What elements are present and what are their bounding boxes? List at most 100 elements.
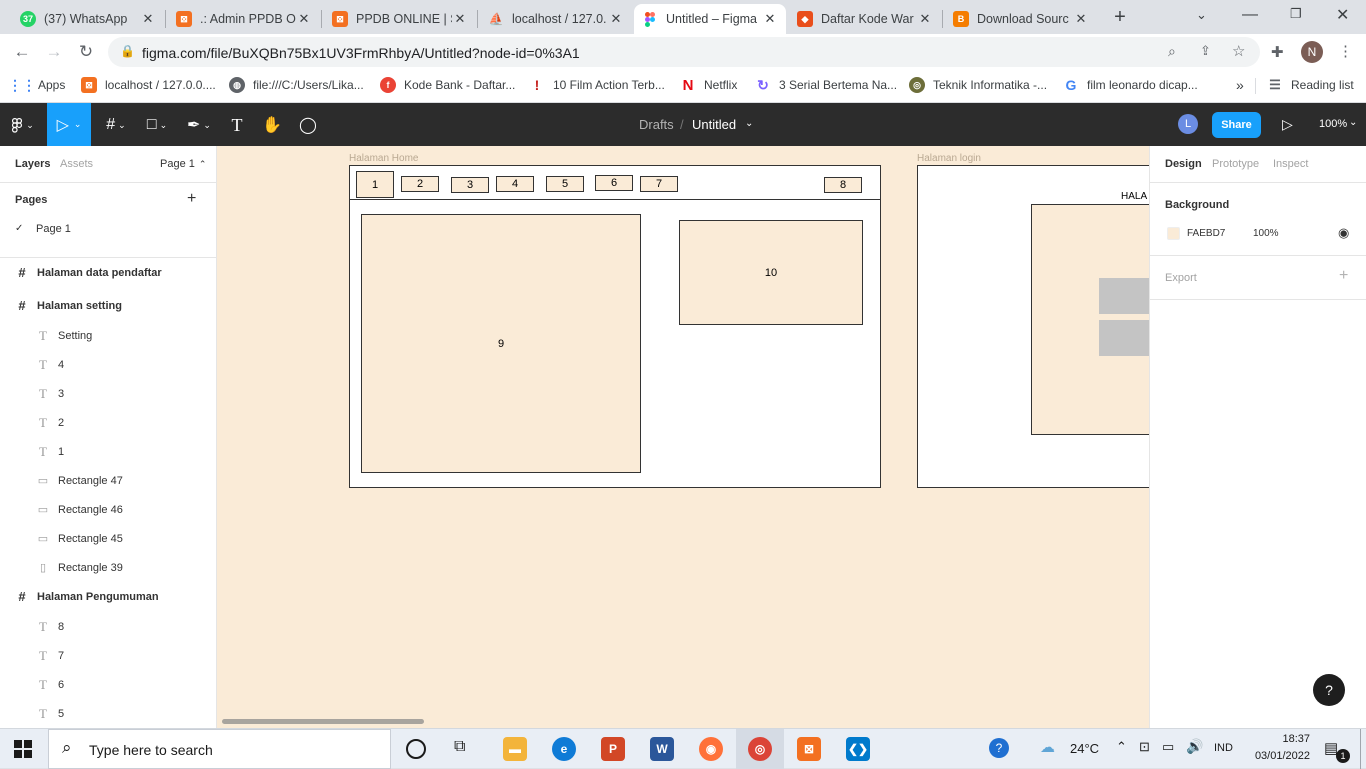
zoom-level[interactable]: 100% — [1319, 118, 1347, 130]
bookmark-teknik-informatika[interactable]: ◎ Teknik Informatika -... — [909, 77, 1047, 93]
wireframe-box-7[interactable]: 7 — [640, 176, 678, 192]
restore-icon[interactable]: ❐ — [1290, 6, 1302, 22]
wireframe-box-3[interactable]: 3 — [451, 177, 489, 193]
extensions-icon[interactable]: ✚ — [1271, 43, 1284, 61]
volume-icon[interactable]: 🔊 — [1186, 738, 1203, 755]
frame-label-home[interactable]: Halaman Home — [349, 153, 418, 164]
layer-item[interactable]: T7 — [0, 641, 216, 670]
windows-start-icon[interactable] — [14, 740, 32, 761]
weather-temp[interactable]: 24°C — [1070, 741, 1099, 756]
layer-item[interactable]: T Setting — [0, 321, 216, 350]
edge-icon[interactable]: e — [552, 737, 576, 761]
help-button[interactable]: ? — [1313, 674, 1345, 706]
bookmark-localhost[interactable]: ⊠ localhost / 127.0.0.... — [81, 77, 216, 93]
zoom-search-icon[interactable]: ⌕ — [1168, 43, 1176, 60]
wireframe-box-6[interactable]: 6 — [595, 175, 633, 191]
close-tab-icon[interactable]: ✕ — [917, 11, 933, 27]
tab-admin-ppdb[interactable]: ⊠ .: Admin PPDB Or ✕ — [168, 4, 320, 34]
tab-inspect[interactable]: Inspect — [1273, 158, 1308, 170]
xampp-icon[interactable]: ⊠ — [797, 737, 821, 761]
background-swatch[interactable] — [1167, 227, 1180, 240]
cortana-icon[interactable] — [406, 739, 426, 759]
layer-item[interactable]: # Halaman data pendaftar — [0, 258, 216, 287]
background-hex[interactable]: FAEBD7 — [1187, 228, 1225, 239]
clock-time[interactable]: 18:37 — [1264, 733, 1310, 745]
close-tab-icon[interactable]: ✕ — [452, 11, 468, 27]
vscode-icon[interactable]: ❮❯ — [846, 737, 870, 761]
bookmark-netflix[interactable]: N Netflix — [680, 77, 738, 94]
layer-item[interactable]: T2 — [0, 408, 216, 437]
tab-ppdb-online[interactable]: ⊠ PPDB ONLINE | S ✕ — [324, 4, 476, 34]
layer-item[interactable]: T5 — [0, 699, 216, 728]
text-tool-icon[interactable]: T — [225, 113, 249, 137]
add-export-icon[interactable]: + — [1339, 267, 1348, 285]
chrome-taskbar-active[interactable]: ◎ — [736, 729, 784, 769]
frame-halaman-home[interactable]: 1 2 3 4 5 6 7 8 9 10 — [349, 165, 881, 488]
tab-prototype[interactable]: Prototype — [1212, 158, 1259, 170]
bookmark-serial[interactable]: ↻ 3 Serial Bertema Na... — [755, 77, 897, 93]
layer-item[interactable]: ▭ Rectangle 45 — [0, 524, 216, 553]
figma-canvas[interactable]: Halaman Home 1 2 3 4 5 6 7 8 9 10 Halama… — [217, 146, 1149, 728]
background-opacity[interactable]: 100% — [1253, 228, 1279, 239]
wireframe-box-9[interactable]: 9 — [361, 214, 641, 473]
close-tab-icon[interactable]: ✕ — [296, 11, 312, 27]
file-name[interactable]: Untitled — [692, 117, 736, 132]
wireframe-box-10[interactable]: 10 — [679, 220, 863, 325]
share-page-icon[interactable]: ⇪ — [1200, 43, 1211, 59]
file-explorer-icon[interactable]: ▬ — [503, 737, 527, 761]
bookmark-star-icon[interactable]: ☆ — [1232, 42, 1245, 60]
close-tab-icon[interactable]: ✕ — [608, 11, 624, 27]
battery-icon[interactable]: ▭ — [1162, 739, 1174, 755]
tab-kode-warna[interactable]: ◆ Daftar Kode War ✕ — [789, 4, 941, 34]
frame-halaman-login[interactable]: HALA — [917, 165, 1149, 488]
show-hidden-icons-icon[interactable]: ⌃ — [1116, 739, 1127, 755]
minimize-icon[interactable]: — — [1242, 6, 1258, 24]
file-menu-chevron-icon[interactable]: ⌄ — [745, 118, 753, 129]
input-language[interactable]: IND — [1214, 742, 1233, 754]
network-icon[interactable]: ⊡ — [1139, 739, 1150, 755]
share-button[interactable]: Share — [1212, 112, 1261, 138]
word-icon[interactable]: W — [650, 737, 674, 761]
add-page-icon[interactable]: + — [187, 190, 196, 208]
help-tips-icon[interactable]: ? — [989, 738, 1009, 758]
close-tab-icon[interactable]: ✕ — [1073, 11, 1089, 27]
tab-assets[interactable]: Assets — [60, 158, 93, 170]
page-selector[interactable]: Page 1 ⌃ — [160, 158, 206, 170]
breadcrumb-drafts[interactable]: Drafts — [639, 117, 674, 132]
zoom-chevron-icon[interactable]: ⌄ — [1349, 117, 1357, 128]
shape-tool-icon[interactable]: □ ⌄ — [140, 113, 174, 137]
address-bar[interactable]: 🔒 figma.com/file/BuXQBn75Bx1UV3FrmRhbyA/… — [108, 37, 1260, 67]
hand-tool-icon[interactable]: ✋ — [260, 113, 284, 137]
move-tool-button[interactable]: ▷ ⌄ — [47, 103, 91, 146]
horizontal-scrollbar[interactable] — [222, 719, 424, 724]
comment-tool-icon[interactable]: ◯ — [296, 113, 320, 137]
tab-design[interactable]: Design — [1165, 158, 1202, 170]
eye-icon[interactable]: ◉ — [1338, 225, 1349, 241]
taskbar-search-box[interactable]: ⌕ Type here to search — [48, 729, 391, 769]
bookmark-file[interactable]: ◍ file:///C:/Users/Lika... — [229, 77, 364, 93]
weather-icon[interactable]: ☁ — [1040, 738, 1055, 756]
user-avatar[interactable]: L — [1178, 114, 1198, 134]
wireframe-box-5[interactable]: 5 — [546, 176, 584, 192]
present-play-icon[interactable]: ▷ — [1282, 116, 1293, 133]
task-view-icon[interactable]: ⧉ — [454, 738, 465, 756]
layer-item[interactable]: ▭ Rectangle 47 — [0, 466, 216, 495]
tab-whatsapp[interactable]: 37 (37) WhatsApp ✕ — [12, 4, 164, 34]
wireframe-box-8[interactable]: 8 — [824, 177, 862, 193]
new-tab-button[interactable]: + — [1108, 6, 1132, 28]
login-input-placeholder[interactable] — [1099, 320, 1149, 356]
close-tab-icon[interactable]: ✕ — [762, 11, 778, 27]
page-item-page-1[interactable]: ✓ Page 1 — [0, 214, 216, 243]
menu-kebab-icon[interactable]: ⋮ — [1338, 42, 1353, 60]
forward-icon[interactable]: → — [42, 40, 66, 64]
layer-item[interactable]: # Halaman setting — [0, 291, 216, 320]
firefox-icon[interactable]: ◉ — [699, 737, 723, 761]
bookmark-apps[interactable]: ⋮⋮ Apps — [8, 77, 65, 93]
layer-item[interactable]: T1 — [0, 437, 216, 466]
pen-tool-icon[interactable]: ✒ ⌄ — [182, 113, 216, 137]
login-input-placeholder[interactable] — [1099, 278, 1149, 314]
tab-layers[interactable]: Layers — [15, 158, 50, 170]
layer-item[interactable]: # Halaman Pengumuman — [0, 582, 216, 611]
tab-download-source[interactable]: B Download Sourc ✕ — [945, 4, 1097, 34]
tab-search-icon[interactable]: ⌄ — [1196, 7, 1207, 23]
